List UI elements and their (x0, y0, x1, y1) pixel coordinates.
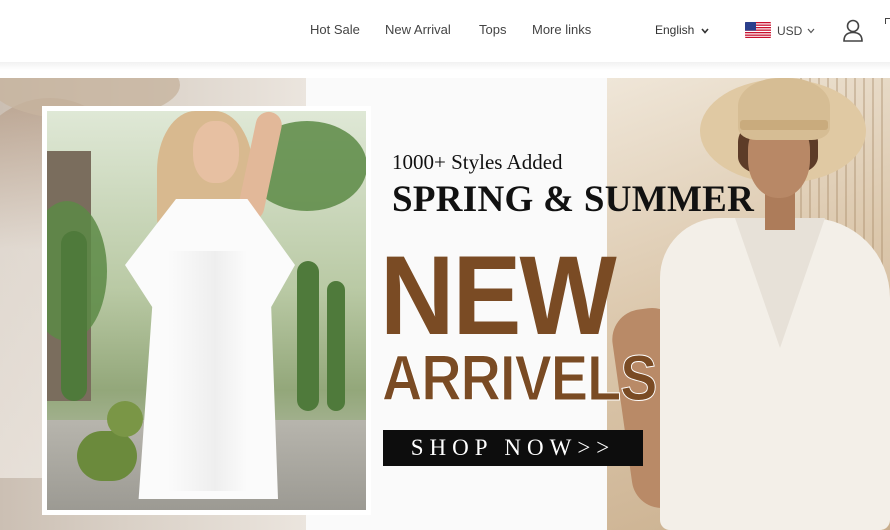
cactus (327, 281, 345, 411)
language-chevron-down-icon[interactable] (700, 26, 710, 36)
barrel-cactus (107, 401, 143, 437)
currency-chevron-down-icon[interactable] (806, 26, 816, 36)
product-photo-frame (42, 106, 371, 515)
headline-new: NEW (380, 233, 617, 358)
straw-hat-crown (738, 78, 830, 140)
language-selector[interactable]: English (655, 23, 694, 37)
nav-link-tops[interactable]: Tops (479, 22, 506, 37)
cactus (61, 231, 87, 401)
nav-link-hot-sale[interactable]: Hot Sale (310, 22, 360, 37)
shop-now-button[interactable]: SHOP NOW>> (383, 430, 643, 466)
site-header: Hot Sale New Arrival Tops More links Eng… (0, 0, 890, 62)
cactus (297, 261, 319, 411)
header-divider (0, 62, 890, 70)
us-flag-icon[interactable] (745, 22, 771, 38)
headline-arrivals: ARRIVELS (382, 342, 658, 414)
styles-added-text: 1000+ Styles Added (392, 150, 563, 174)
model-face (193, 121, 239, 183)
nav-link-more-links[interactable]: More links (532, 22, 591, 37)
user-icon[interactable] (842, 19, 864, 43)
cart-icon-edge[interactable] (885, 18, 890, 24)
barrel-cactus (77, 431, 137, 481)
hero-banner[interactable]: 1000+ Styles Added SPRING & SUMMER NEW A… (0, 78, 890, 530)
season-title: SPRING & SUMMER (392, 179, 755, 220)
nav-link-new-arrival[interactable]: New Arrival (385, 22, 451, 37)
model-in-white-dress-photo (47, 111, 366, 510)
currency-selector[interactable]: USD (777, 24, 802, 38)
straw-hat-band (740, 120, 828, 130)
dress-shading (167, 251, 247, 491)
